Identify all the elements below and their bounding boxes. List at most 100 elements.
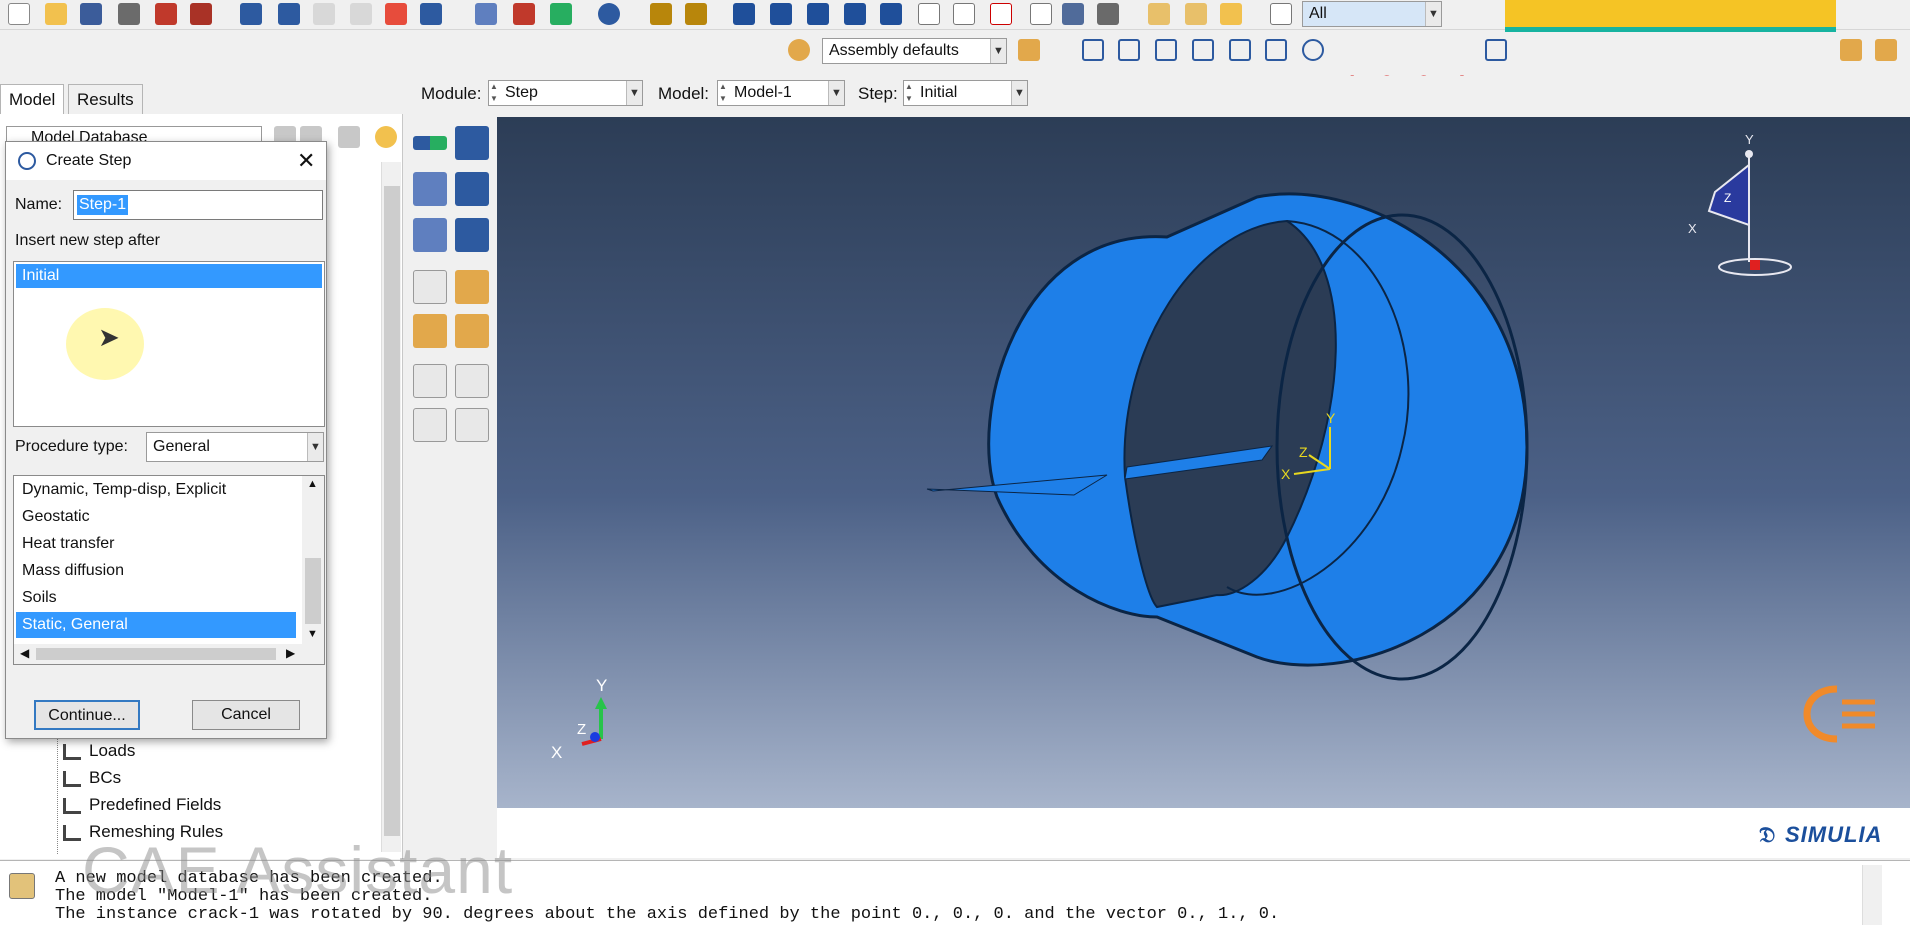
model-tree-scrollbar[interactable] — [381, 162, 401, 852]
iso-view-icon[interactable] — [475, 3, 497, 25]
selection-filter-select[interactable]: All ▼ — [1302, 1, 1442, 27]
new-file-icon[interactable] — [8, 3, 30, 25]
view-cube-icon[interactable]: Z X Y — [1688, 132, 1792, 276]
render-style-select[interactable]: Assembly defaults ▼ — [822, 38, 1007, 64]
view-zx-icon[interactable] — [1229, 39, 1251, 61]
datum-plane-icon[interactable] — [413, 408, 447, 442]
view-iso-icon[interactable] — [1302, 39, 1324, 61]
triad-icon[interactable] — [1485, 39, 1507, 61]
rotate-icon[interactable] — [278, 3, 300, 25]
procedure-type-select[interactable]: General ▼ — [146, 432, 324, 462]
field-output-icon[interactable] — [413, 172, 447, 206]
continue-button[interactable]: Continue... — [34, 700, 140, 730]
scroll-up-icon[interactable]: ▲ — [307, 478, 318, 490]
step-list[interactable]: Initial ➤ — [13, 261, 325, 427]
assembly-cube-icon[interactable] — [1018, 39, 1040, 61]
layout-rows-icon[interactable] — [807, 3, 829, 25]
message-scrollbar[interactable] — [1862, 865, 1882, 925]
scrollbar-thumb[interactable] — [36, 648, 276, 660]
ruler-icon[interactable] — [650, 3, 672, 25]
section-icon[interactable] — [1840, 39, 1862, 61]
list-icon[interactable] — [1097, 3, 1119, 25]
text-annotation-icon[interactable] — [990, 3, 1012, 25]
amplitude-manager-icon[interactable] — [455, 314, 489, 348]
tree-item-predefined-fields[interactable]: Predefined Fields — [63, 792, 221, 818]
view-yx-icon[interactable] — [1118, 39, 1140, 61]
dialog-titlebar[interactable]: Create Step ✕ — [6, 142, 326, 180]
database-icon[interactable] — [155, 3, 177, 25]
datum-csys-icon[interactable] — [455, 408, 489, 442]
cube-hidden-icon[interactable] — [1185, 3, 1207, 25]
list-item[interactable]: Initial — [16, 264, 322, 288]
tree-item-bcs[interactable]: BCs — [63, 765, 121, 791]
select-cursor-icon[interactable] — [1030, 3, 1052, 25]
fit-view-icon[interactable] — [385, 3, 407, 25]
scrollbar-thumb[interactable] — [384, 186, 400, 836]
tab-results[interactable]: Results — [68, 84, 143, 114]
list-item[interactable]: Dynamic, Temp-disp, Explicit — [16, 477, 296, 503]
cycle-views-icon[interactable] — [420, 3, 442, 25]
scroll-right-icon[interactable]: ▶ — [286, 646, 295, 660]
graphics-viewport[interactable]: Y X Z Y X Z Z X Y — [497, 117, 1910, 808]
step-manager-icon[interactable] — [455, 126, 489, 160]
view-xz-icon[interactable] — [1265, 39, 1287, 61]
cancel-button[interactable]: Cancel — [192, 700, 300, 730]
tree-settings-icon[interactable] — [338, 126, 360, 148]
procedure-hscrollbar[interactable]: ◀ ▶ — [14, 644, 324, 664]
part-view-icon[interactable] — [513, 3, 535, 25]
layout-cols-icon[interactable] — [844, 3, 866, 25]
open-folder-icon[interactable] — [45, 3, 67, 25]
history-output-icon[interactable] — [413, 218, 447, 252]
list-item[interactable]: Mass diffusion — [16, 558, 296, 584]
scroll-left-icon[interactable]: ◀ — [20, 646, 29, 660]
step-create-icon[interactable] — [413, 136, 447, 150]
tree-item-loads[interactable]: Loads — [63, 738, 135, 764]
procedure-list[interactable]: Dynamic, Temp-disp, Explicit Geostatic H… — [13, 475, 325, 665]
list-item[interactable]: Soils — [16, 585, 296, 611]
cube-shaded-icon[interactable] — [1220, 3, 1242, 25]
history-output-manager-icon[interactable] — [455, 218, 489, 252]
view-xy-icon[interactable] — [1082, 39, 1104, 61]
link-view-icon[interactable] — [880, 3, 902, 25]
message-icon[interactable] — [9, 873, 35, 899]
tab-model[interactable]: Model — [0, 84, 65, 114]
view-yz-icon[interactable] — [1155, 39, 1177, 61]
field-output-manager-icon[interactable] — [455, 172, 489, 206]
print-icon[interactable] — [118, 3, 140, 25]
magnify-icon[interactable] — [313, 3, 335, 25]
procedure-scrollbar[interactable]: ▲ ▼ — [302, 476, 324, 644]
pan-icon[interactable] — [240, 3, 262, 25]
datum-point-icon[interactable] — [413, 364, 447, 398]
save-icon[interactable] — [80, 3, 102, 25]
controls-icon[interactable] — [455, 270, 489, 304]
annotation-icon[interactable] — [918, 3, 940, 25]
view-zy-icon[interactable] — [1192, 39, 1214, 61]
arrow-annotation-icon[interactable] — [953, 3, 975, 25]
layout-tile-icon[interactable] — [770, 3, 792, 25]
model-select[interactable]: ▲ ▼ Model-1 ▼ — [717, 80, 845, 106]
query-icon[interactable] — [1062, 3, 1084, 25]
adaptive-mesh-icon[interactable] — [413, 270, 447, 304]
scroll-down-icon[interactable]: ▼ — [307, 628, 318, 640]
list-item[interactable]: Heat transfer — [16, 531, 296, 557]
palette-icon[interactable] — [788, 39, 810, 61]
ladder-icon[interactable] — [685, 3, 707, 25]
section-cut-icon[interactable] — [1875, 39, 1897, 61]
zoom-box-icon[interactable] — [350, 3, 372, 25]
module-select[interactable]: ▲ ▼ Step ▼ — [488, 80, 643, 106]
datum-axis-icon[interactable] — [455, 364, 489, 398]
step-select[interactable]: ▲ ▼ Initial ▼ — [903, 80, 1028, 106]
info-icon[interactable] — [598, 3, 620, 25]
lightbulb-icon[interactable] — [375, 126, 397, 148]
list-item-selected[interactable]: Static, General — [16, 612, 296, 638]
list-item[interactable]: Geostatic — [16, 504, 296, 530]
database-save-icon[interactable] — [190, 3, 212, 25]
render-icon[interactable] — [550, 3, 572, 25]
close-icon[interactable]: ✕ — [297, 148, 315, 174]
layout-single-icon[interactable] — [733, 3, 755, 25]
pointer-icon[interactable] — [1270, 3, 1292, 25]
step-name-input[interactable]: Step-1 — [73, 190, 323, 220]
amplitude-icon[interactable] — [413, 314, 447, 348]
cube-wire-icon[interactable] — [1148, 3, 1170, 25]
scrollbar-thumb[interactable] — [305, 558, 321, 624]
